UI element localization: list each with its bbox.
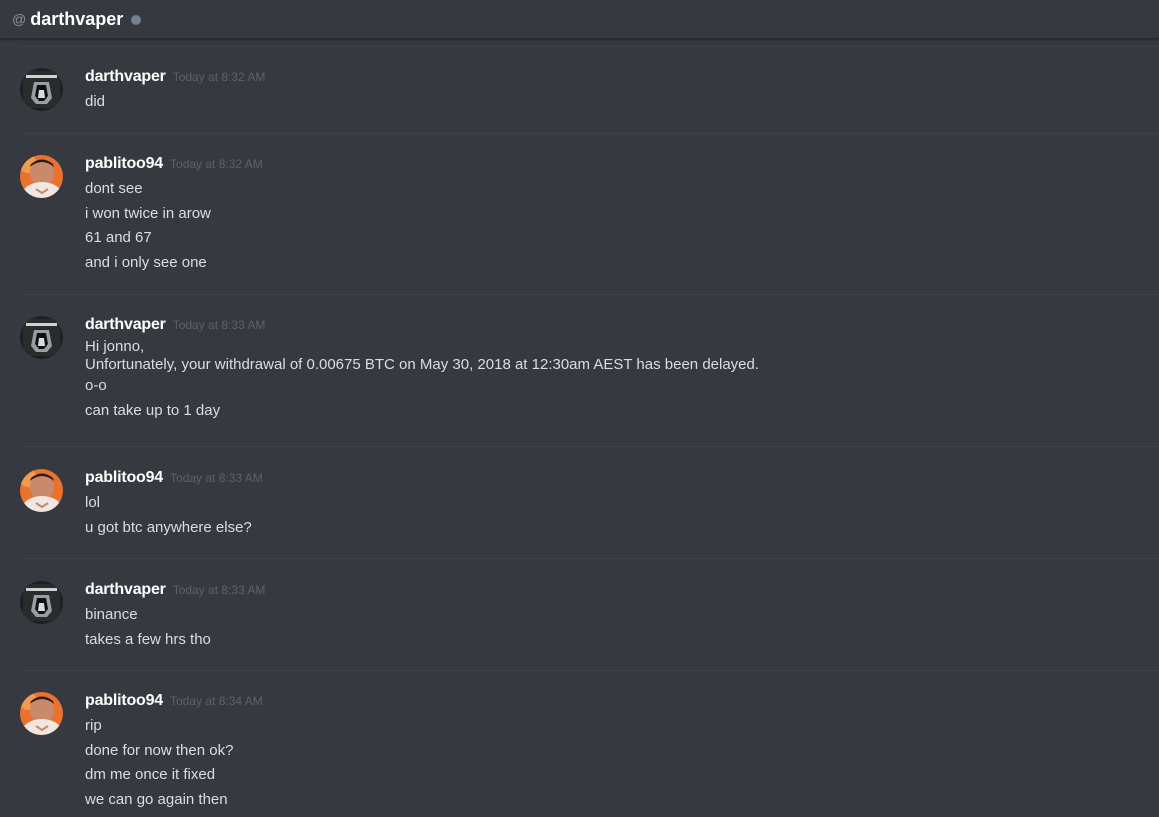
username[interactable]: pablitoo94 — [85, 469, 163, 487]
timestamp: Today at 8:33 AM — [170, 471, 263, 485]
message-text: did — [85, 93, 106, 110]
timestamp: Today at 8:33 AM — [172, 318, 266, 332]
username[interactable]: darthvaper — [85, 68, 166, 86]
message-text: Unfortunately, your withdrawal of 0.0067… — [85, 356, 760, 373]
username[interactable]: darthvaper — [85, 316, 166, 334]
divider — [20, 558, 1159, 559]
timestamp: Today at 8:32 AM — [172, 70, 266, 84]
username[interactable]: pablitoo94 — [85, 155, 163, 173]
message-text: takes a few hrs tho — [85, 630, 211, 648]
timestamp: Today at 8:34 AM — [170, 694, 263, 708]
divider — [20, 670, 1159, 671]
channel-name[interactable]: darthvaper — [30, 10, 123, 28]
message-group: darthvaper Today at 8:33 AM Hi jonno, Un… — [0, 316, 1159, 447]
at-icon: @ — [12, 11, 27, 27]
message-text: 61 and 67 — [85, 229, 152, 246]
dark-vader-avatar-icon — [20, 68, 63, 111]
dark-vader-avatar-icon — [20, 316, 63, 359]
dark-vader-avatar-icon — [20, 581, 63, 624]
divider — [20, 133, 1159, 134]
username[interactable]: pablitoo94 — [85, 692, 163, 710]
avatar[interactable] — [20, 469, 63, 512]
message-text: o-o — [85, 377, 107, 394]
orange-photo-avatar-icon — [20, 469, 63, 512]
divider — [20, 294, 1159, 295]
divider — [20, 446, 1159, 447]
message-group: pablitoo94 Today at 8:34 AM rip done for… — [0, 692, 1159, 817]
message-group: pablitoo94 Today at 8:32 AM dont see i w… — [0, 155, 1159, 295]
avatar[interactable] — [20, 316, 63, 359]
orange-photo-avatar-icon — [20, 155, 63, 198]
message-group: darthvaper Today at 8:33 AM binance take… — [0, 581, 1159, 671]
avatar[interactable] — [20, 692, 63, 735]
avatar[interactable] — [20, 581, 63, 624]
username[interactable]: darthvaper — [85, 581, 166, 599]
status-dot-icon — [131, 15, 142, 25]
message-text: u got btc anywhere else? — [85, 518, 252, 536]
message-text: lol — [85, 494, 101, 511]
orange-photo-avatar-icon — [20, 692, 63, 735]
message-text: and i only see one — [85, 253, 207, 271]
avatar[interactable] — [20, 155, 63, 198]
message-text: Hi jonno, — [85, 338, 145, 355]
message-text: we can go again then — [85, 790, 228, 808]
message-group: darthvaper Today at 8:32 AM did — [0, 68, 1159, 134]
message-text: can take up to 1 day — [85, 401, 221, 419]
message-text: done for now then ok? — [85, 741, 234, 759]
message-text: rip — [85, 717, 102, 734]
message-text: binance — [85, 606, 138, 623]
message-text: i won twice in arow — [85, 204, 211, 222]
timestamp: Today at 8:32 AM — [170, 157, 263, 171]
divider — [20, 46, 1159, 47]
message-list[interactable]: darthvaper Today at 8:32 AM did pablitoo… — [0, 40, 1159, 817]
message-text: dm me once it fixed — [85, 766, 216, 783]
channel-header: @ darthvaper — [0, 0, 1159, 39]
message-text: dont see — [85, 180, 143, 197]
avatar[interactable] — [20, 68, 63, 111]
timestamp: Today at 8:33 AM — [172, 583, 266, 597]
message-group: pablitoo94 Today at 8:33 AM lol u got bt… — [0, 469, 1159, 559]
